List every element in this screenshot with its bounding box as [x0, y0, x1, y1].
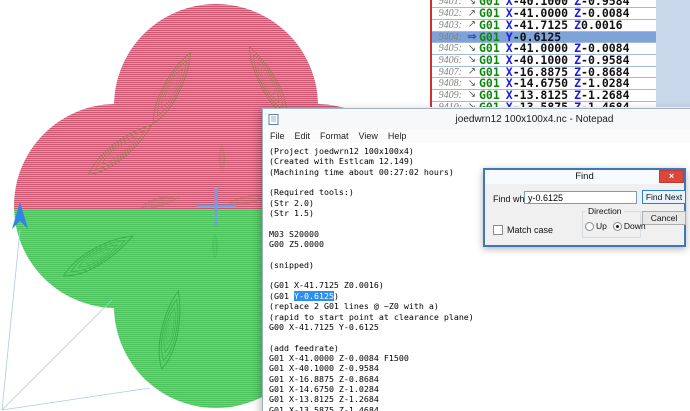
direction-icon-ne: ↗: [465, 9, 479, 19]
notepad-line: (replace 2 G01 lines @ ~Z0 with a): [269, 301, 690, 311]
checkbox-icon: [493, 225, 503, 235]
close-icon[interactable]: ×: [659, 170, 684, 183]
gcode-command: G01X-13.5875Z-1.4684: [479, 102, 630, 107]
notepad-menubar: FileEditFormatViewHelp: [263, 129, 690, 143]
notepad-line: (add feedrate): [269, 343, 690, 353]
menu-item-edit[interactable]: Edit: [290, 131, 316, 141]
find-dialog-titlebar[interactable]: Find ×: [485, 170, 684, 184]
direction-icon-se: ↘: [465, 55, 479, 65]
direction-icon-rt: ⇒: [465, 32, 479, 42]
radio-down-icon: [613, 222, 622, 231]
notepad-line: G01 X-14.6750 Z-1.0284: [269, 384, 690, 394]
gcode-panel-left-border: [430, 0, 432, 107]
gcode-line-number: 9401:: [432, 0, 465, 7]
notepad-line: [269, 249, 690, 259]
gcode-line-number: 9402:: [432, 8, 465, 19]
gcode-panel-gutter: [656, 0, 690, 107]
notepad-icon: [268, 114, 279, 125]
notepad-line: G01 X-13.5875 Z-1.4684: [269, 405, 690, 411]
gcode-row[interactable]: 9410:↘G01X-13.5875Z-1.4684: [432, 102, 656, 107]
notepad-line: G01 X-13.8125 Z-1.2684: [269, 394, 690, 404]
notepad-line: (Project joedwrn12 100x100x4): [269, 146, 690, 156]
notepad-line: G01 X-40.1000 Z-0.9584: [269, 363, 690, 373]
direction-group: Direction Up Down: [582, 211, 641, 238]
direction-icon-se: ↘: [465, 90, 479, 100]
gcode-line-number: 9410:: [432, 102, 465, 107]
menu-item-help[interactable]: Help: [383, 131, 412, 141]
gcode-line-number: 9406:: [432, 55, 465, 66]
direction-icon-se: ↘: [465, 44, 479, 54]
match-case-option[interactable]: Match case: [493, 225, 553, 235]
direction-icon-ne: ↗: [465, 20, 479, 30]
notepad-line: (Created with Estlcam 12.149): [269, 156, 690, 166]
menu-item-format[interactable]: Format: [315, 131, 354, 141]
direction-icon-se: ↘: [465, 0, 479, 7]
direction-down-radio[interactable]: Down: [613, 221, 646, 231]
gcode-line-number: 9407:: [432, 67, 465, 78]
gcode-rows: 9401:↘G01X-40.1000Z-0.95849402:↗G01X-41.…: [432, 0, 656, 107]
gcode-line-number: 9403:: [432, 20, 465, 31]
find-what-input[interactable]: [524, 191, 637, 204]
selected-text: Y-0.6125: [294, 291, 334, 301]
notepad-titlebar[interactable]: joedwrn12 100x100x4.nc - Notepad: [263, 109, 690, 129]
match-case-label: Match case: [507, 225, 553, 235]
gcode-line-number: 9409:: [432, 90, 465, 101]
direction-icon-se: ↘: [465, 102, 479, 107]
direction-icon-se: ↘: [465, 79, 479, 89]
notepad-line: (G01 Y-0.6125): [269, 291, 690, 301]
menu-item-file[interactable]: File: [265, 131, 290, 141]
notepad-line: (rapid to start point at clearance plane…: [269, 312, 690, 322]
notepad-line: G00 X-41.7125 Y-0.6125: [269, 322, 690, 332]
gcode-line-number: 9405:: [432, 43, 465, 54]
direction-icon-ne: ↗: [465, 67, 479, 77]
direction-up-label: Up: [596, 221, 607, 231]
notepad-line: (G01 X-41.7125 Z0.0016): [269, 280, 690, 290]
find-next-button[interactable]: Find Next: [642, 190, 686, 204]
gcode-line-number: 9408:: [432, 78, 465, 89]
gcode-list-panel: 9401:↘G01X-40.1000Z-0.95849402:↗G01X-41.…: [430, 0, 690, 107]
direction-up-radio[interactable]: Up: [585, 221, 607, 231]
notepad-line: G01 X-41.0000 Z-0.0084 F1500: [269, 353, 690, 363]
notepad-window: joedwrn12 100x100x4.nc - Notepad FileEdi…: [262, 108, 690, 411]
notepad-window-title: joedwrn12 100x100x4.nc - Notepad: [263, 114, 690, 125]
notepad-line: G01 X-16.8875 Z-0.8684: [269, 374, 690, 384]
notepad-line: [269, 270, 690, 280]
notepad-line: [269, 332, 690, 342]
direction-down-label: Down: [624, 221, 646, 231]
menu-item-view[interactable]: View: [354, 131, 383, 141]
find-dialog: Find × Find what: Find Next Cancel Direc…: [483, 168, 686, 247]
cancel-button[interactable]: Cancel: [642, 211, 686, 225]
notepad-line: (snipped): [269, 260, 690, 270]
direction-group-label: Direction: [586, 206, 624, 216]
find-dialog-title: Find: [485, 171, 684, 182]
radio-up-icon: [585, 222, 594, 231]
gcode-line-number: 9404:: [432, 32, 465, 43]
